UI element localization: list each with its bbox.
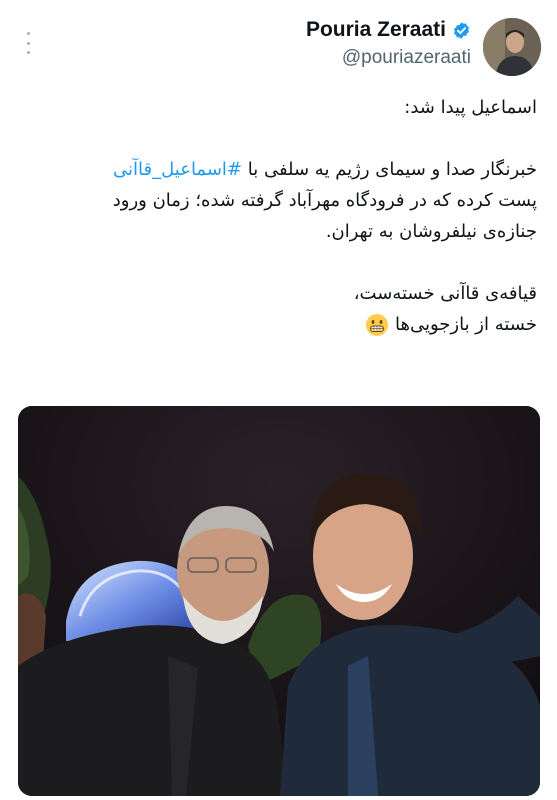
tweet-line: قیافه‌ی قاآنی خسته‌ست، bbox=[353, 283, 537, 304]
avatar-image bbox=[483, 18, 541, 76]
grinning-face-icon bbox=[366, 314, 389, 336]
hashtag-link[interactable]: #اسماعیل_قاآنی bbox=[113, 159, 242, 180]
tweet-header: Pouria Zeraati @pouriazeraati bbox=[0, 0, 557, 90]
tweet-photo[interactable] bbox=[18, 406, 540, 796]
tweet-line: خسته از بازجویی‌ها bbox=[17, 309, 537, 340]
more-options-icon[interactable] bbox=[20, 32, 36, 54]
author-info[interactable]: Pouria Zeraati @pouriazeraati bbox=[306, 18, 471, 69]
tweet-line-text: خسته از بازجویی‌ها bbox=[394, 314, 537, 335]
author-display-name[interactable]: Pouria Zeraati bbox=[306, 18, 446, 42]
selfie-image bbox=[18, 406, 540, 796]
tweet-line-text: خبرنگار صدا و سیمای رژیم یه سلفی با bbox=[242, 159, 537, 180]
tweet-line: جنازه‌ی نیلفروشان به تهران. bbox=[325, 221, 537, 242]
avatar[interactable] bbox=[483, 18, 541, 76]
tweet-line: پست کرده که در فرودگاه مهرآباد گرفته شده… bbox=[112, 190, 537, 211]
author-handle[interactable]: @pouriazeraati bbox=[306, 47, 471, 69]
tweet-line: اسماعیل پیدا شد: bbox=[404, 97, 537, 118]
tweet-line: خبرنگار صدا و سیمای رژیم یه سلفی با #اسم… bbox=[17, 154, 537, 185]
verified-badge-icon bbox=[453, 21, 470, 39]
display-name-row: Pouria Zeraati bbox=[306, 18, 471, 42]
tweet-text: اسماعیل پیدا شد: خبرنگار صدا و سیمای رژی… bbox=[17, 92, 537, 340]
